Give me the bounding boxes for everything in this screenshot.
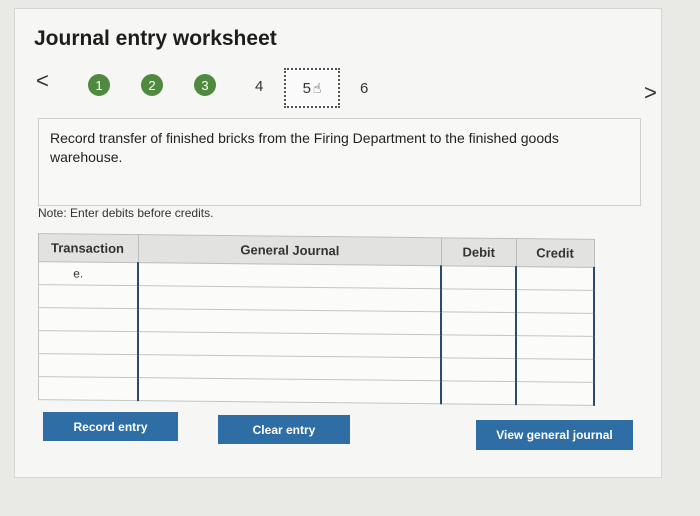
debit-input[interactable] bbox=[441, 265, 517, 290]
transaction-cell bbox=[38, 284, 139, 309]
step-5-button[interactable]: 5 ☝ bbox=[284, 68, 340, 108]
transaction-cell bbox=[38, 330, 139, 355]
step-1-button[interactable]: 1 bbox=[88, 74, 110, 96]
debit-input[interactable] bbox=[441, 288, 517, 313]
credit-input[interactable] bbox=[516, 381, 594, 406]
transaction-cell bbox=[38, 376, 139, 401]
note-text: Note: Enter debits before credits. bbox=[38, 206, 214, 220]
credit-input[interactable] bbox=[516, 335, 594, 360]
account-input[interactable] bbox=[138, 354, 442, 381]
view-general-journal-button[interactable]: View general journal bbox=[476, 420, 633, 450]
hand-pointer-icon: ☝ bbox=[312, 79, 322, 96]
step-4-button[interactable]: 4 bbox=[255, 78, 263, 95]
journal-table: Transaction General Journal Debit Credit… bbox=[38, 233, 595, 406]
account-input[interactable] bbox=[138, 308, 442, 335]
header-credit: Credit bbox=[516, 238, 594, 268]
record-entry-button[interactable]: Record entry bbox=[43, 412, 178, 441]
transaction-cell bbox=[38, 353, 139, 378]
header-general-journal: General Journal bbox=[138, 234, 442, 266]
credit-input[interactable] bbox=[516, 358, 594, 383]
credit-input[interactable] bbox=[516, 312, 594, 337]
header-debit: Debit bbox=[441, 237, 517, 267]
step-6-button[interactable]: 6 bbox=[360, 80, 368, 97]
transaction-cell: e. bbox=[38, 261, 139, 286]
debit-input[interactable] bbox=[441, 357, 517, 382]
transaction-cell bbox=[38, 307, 139, 332]
debit-input[interactable] bbox=[441, 380, 517, 405]
prev-arrow-icon[interactable]: < bbox=[36, 70, 49, 92]
prompt-text: Record transfer of finished bricks from … bbox=[50, 130, 559, 165]
account-input[interactable] bbox=[138, 331, 442, 358]
step-2-button[interactable]: 2 bbox=[141, 74, 163, 96]
credit-input[interactable] bbox=[516, 289, 594, 314]
step-3-button[interactable]: 3 bbox=[194, 74, 216, 96]
credit-input[interactable] bbox=[516, 266, 594, 291]
header-transaction: Transaction bbox=[38, 233, 139, 263]
step-5-label: 5 bbox=[302, 79, 311, 97]
next-arrow-icon[interactable]: > bbox=[644, 82, 657, 104]
debit-input[interactable] bbox=[441, 311, 517, 336]
clear-entry-button[interactable]: Clear entry bbox=[218, 415, 350, 444]
account-input[interactable] bbox=[138, 377, 442, 404]
account-input[interactable] bbox=[138, 262, 442, 289]
debit-input[interactable] bbox=[441, 334, 517, 359]
page-title: Journal entry worksheet bbox=[34, 27, 277, 50]
account-input[interactable] bbox=[138, 285, 442, 312]
